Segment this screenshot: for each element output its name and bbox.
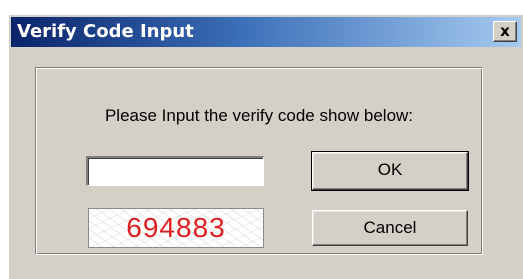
ok-button[interactable]: OK xyxy=(311,151,469,191)
cancel-button[interactable]: Cancel xyxy=(312,210,468,246)
verify-code-dialog: Verify Code Input x Please Input the ver… xyxy=(8,14,523,279)
verify-code-group: Please Input the verify code show below:… xyxy=(35,67,483,255)
title-bar[interactable]: Verify Code Input x xyxy=(11,17,521,47)
window-title: Verify Code Input xyxy=(17,21,194,42)
close-button[interactable]: x xyxy=(493,21,517,42)
verify-code-input[interactable] xyxy=(86,156,264,186)
prompt-label: Please Input the verify code show below: xyxy=(104,106,414,125)
captcha-image: 694883 xyxy=(88,208,264,248)
close-icon: x xyxy=(500,22,510,40)
